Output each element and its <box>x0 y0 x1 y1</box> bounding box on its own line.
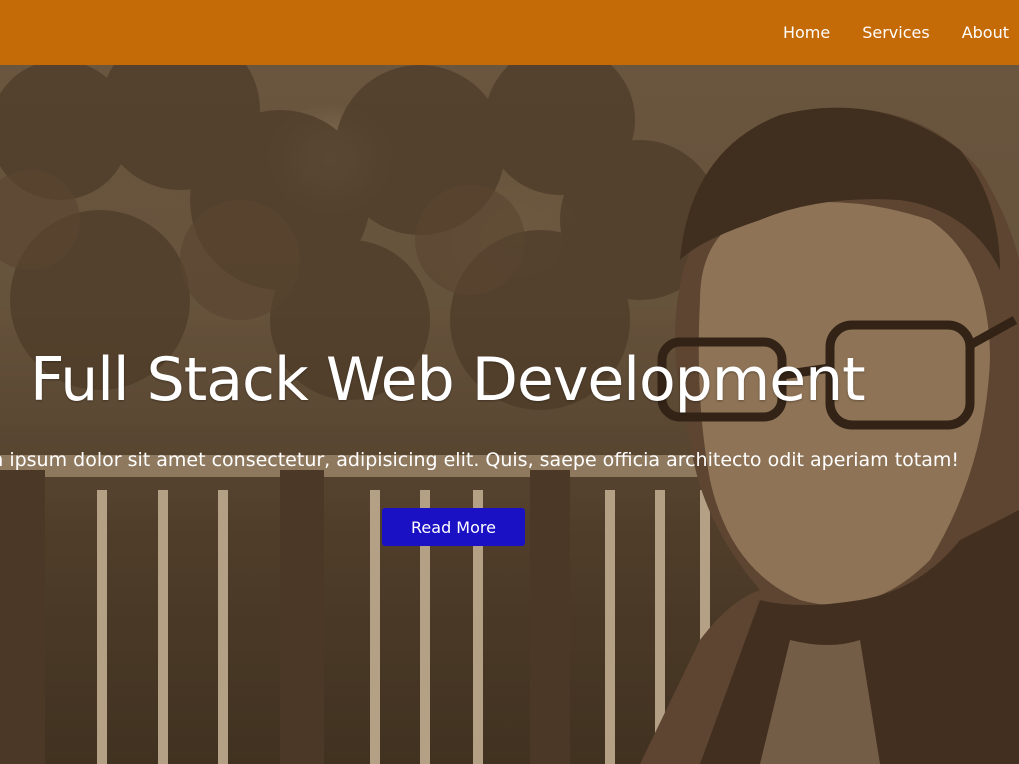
read-more-button[interactable]: Read More <box>382 508 525 546</box>
hero-content: Full Stack Web Development n ipsum dolor… <box>0 0 1019 764</box>
nav-link-about[interactable]: About <box>962 23 1009 42</box>
hero-title: Full Stack Web Development <box>30 345 866 415</box>
top-navbar: Home Services About <box>0 0 1019 65</box>
nav-links: Home Services About <box>751 0 1009 65</box>
hero-subtitle: n ipsum dolor sit amet consectetur, adip… <box>0 449 959 471</box>
nav-link-home[interactable]: Home <box>783 23 830 42</box>
nav-link-services[interactable]: Services <box>862 23 929 42</box>
